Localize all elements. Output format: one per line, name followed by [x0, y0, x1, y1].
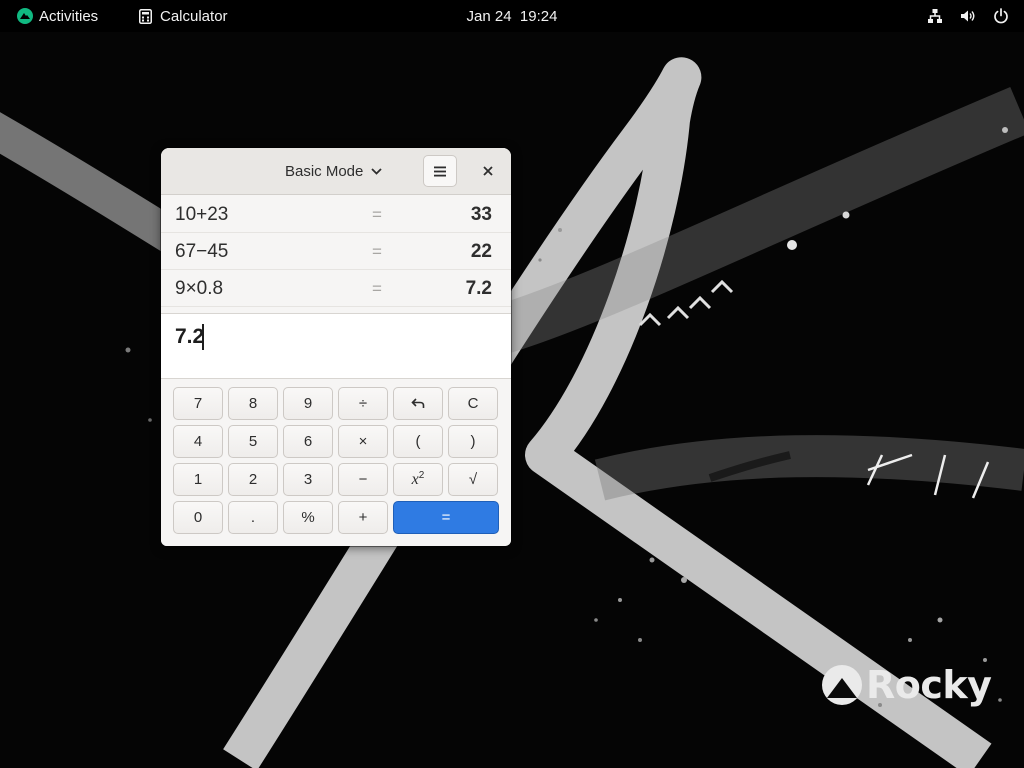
- network-wired-icon: [928, 9, 942, 23]
- mode-selector[interactable]: Basic Mode: [279, 158, 388, 184]
- add-button[interactable]: +: [338, 501, 388, 534]
- close-icon: [483, 166, 493, 176]
- digit-7-button[interactable]: 7: [173, 387, 223, 420]
- multiply-button[interactable]: ×: [338, 425, 388, 458]
- power-icon: [994, 8, 1008, 24]
- digit-2-button[interactable]: 2: [228, 463, 278, 496]
- square-exponent-label: 2: [418, 470, 425, 481]
- history-equals-sign: =: [372, 205, 382, 224]
- digit-3-button[interactable]: 3: [283, 463, 333, 496]
- history-result[interactable]: 7.2: [466, 278, 492, 300]
- history-list: 10+23 = 33 67−45 = 22 9×0.8 = 7.2: [161, 196, 511, 313]
- history-row[interactable]: 10+23 = 33: [161, 196, 511, 233]
- rocky-wordmark: Rocky: [866, 663, 992, 707]
- activities-label: Activities: [39, 7, 99, 25]
- square-button[interactable]: x2: [393, 463, 443, 496]
- header-bar: Basic Mode: [161, 148, 511, 195]
- rocky-logo: Rocky: [822, 662, 992, 708]
- digit-4-button[interactable]: 4: [173, 425, 223, 458]
- history-equals-sign: =: [372, 279, 382, 298]
- history-result[interactable]: 33: [471, 204, 492, 226]
- digit-0-button[interactable]: 0: [173, 501, 223, 534]
- undo-button[interactable]: [393, 387, 443, 420]
- app-menu-label: Calculator: [160, 7, 228, 25]
- expression-text: 7.2: [175, 325, 205, 348]
- history-expression[interactable]: 9×0.8: [175, 278, 223, 300]
- hamburger-menu-icon: [434, 166, 446, 176]
- rocky-logo-icon: [17, 8, 33, 24]
- main-menu-button[interactable]: [423, 155, 457, 187]
- clock-button[interactable]: Jan 24 19:24: [467, 8, 558, 25]
- digit-9-button[interactable]: 9: [283, 387, 333, 420]
- digit-5-button[interactable]: 5: [228, 425, 278, 458]
- undo-icon: [411, 398, 425, 408]
- history-expression[interactable]: 67−45: [175, 241, 228, 263]
- square-base-label: x: [411, 470, 419, 488]
- top-bar: Activities Calculator Jan 24 19:24: [0, 0, 1024, 32]
- mode-label: Basic Mode: [285, 162, 364, 180]
- close-parenthesis-button[interactable]: ): [448, 425, 498, 458]
- square-root-button[interactable]: √: [448, 463, 498, 496]
- app-menu[interactable]: Calculator: [139, 0, 228, 32]
- decimal-point-button[interactable]: .: [228, 501, 278, 534]
- activities-button[interactable]: Activities: [17, 0, 98, 32]
- equals-button[interactable]: =: [393, 501, 499, 534]
- percent-button[interactable]: %: [283, 501, 333, 534]
- subtract-button[interactable]: −: [338, 463, 388, 496]
- digit-1-button[interactable]: 1: [173, 463, 223, 496]
- history-row[interactable]: 67−45 = 22: [161, 233, 511, 270]
- divide-button[interactable]: ÷: [338, 387, 388, 420]
- desktop-wallpaper: [0, 0, 1024, 768]
- calculator-window: Basic Mode 10+23 = 33 67−45 = 22 9×0.8 =…: [161, 148, 511, 546]
- history-equals-sign: =: [372, 242, 382, 261]
- calculator-icon: [139, 8, 152, 24]
- history-expression[interactable]: 10+23: [175, 204, 228, 226]
- keypad: 7 8 9 ÷ C 4 5 6 × ( ) 1 2 3 − x2 √ 0 . %…: [161, 380, 511, 546]
- text-cursor: [202, 324, 204, 350]
- system-status-area[interactable]: [927, 0, 1009, 32]
- volume-icon: [961, 10, 975, 22]
- expression-input[interactable]: 7.2: [161, 313, 511, 379]
- history-result[interactable]: 22: [471, 241, 492, 263]
- close-button[interactable]: [475, 158, 501, 184]
- digit-6-button[interactable]: 6: [283, 425, 333, 458]
- chevron-down-icon: [371, 167, 383, 175]
- clear-button[interactable]: C: [448, 387, 498, 420]
- open-parenthesis-button[interactable]: (: [393, 425, 443, 458]
- history-row[interactable]: 9×0.8 = 7.2: [161, 270, 511, 307]
- rocky-mountain-icon: [822, 665, 862, 705]
- digit-8-button[interactable]: 8: [228, 387, 278, 420]
